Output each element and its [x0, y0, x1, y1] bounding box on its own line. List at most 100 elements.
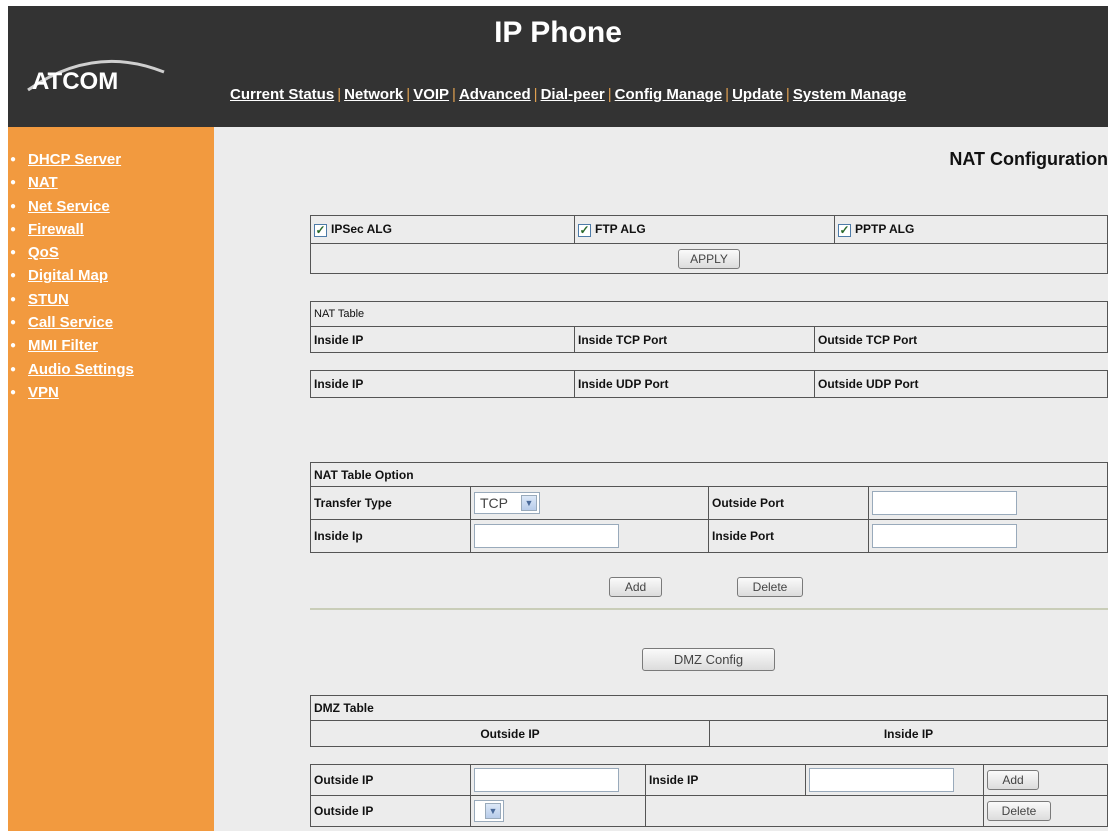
bullet-icon: ●: [10, 386, 17, 398]
sidebar-item-firewall[interactable]: ● Firewall: [8, 218, 134, 241]
sidebar-item-audio-settings[interactable]: ● Audio Settings: [8, 358, 134, 381]
bullet-icon: ●: [10, 293, 17, 305]
sidebar-item-qos[interactable]: ● QoS: [8, 241, 134, 264]
column-header: Inside TCP Port: [574, 326, 815, 353]
column-header: Inside UDP Port: [574, 370, 815, 398]
nat-option-table: NAT Table Option Transfer Type TCP ▼ Outs…: [310, 462, 1108, 553]
dmz-delete-cell: Delete: [983, 795, 1108, 827]
sidebar-item-stun[interactable]: ● STUN: [8, 288, 134, 311]
alg-pptp-cell: ✓ PPTP ALG: [834, 215, 1108, 244]
nav-update[interactable]: Update: [732, 86, 783, 103]
sidebar-item-vpn[interactable]: ● VPN: [8, 381, 134, 404]
sidebar-item-label[interactable]: Call Service: [28, 314, 113, 331]
nav-dial-peer[interactable]: Dial-peer: [541, 86, 605, 103]
ipsec-alg-checkbox[interactable]: ✓: [314, 223, 327, 237]
dmz-delete-button[interactable]: Delete: [987, 801, 1051, 821]
bullet-icon: ●: [10, 223, 17, 235]
transfer-type-select[interactable]: TCP ▼: [474, 492, 540, 514]
nat-table-udp: Inside IP Inside UDP Port Outside UDP Po…: [310, 370, 1108, 398]
dmz-inside-ip-label: Inside IP: [645, 764, 806, 796]
nat-table-tcp: NAT Table Inside IP Inside TCP Port Outs…: [310, 301, 1108, 353]
outside-port-input[interactable]: [872, 491, 1017, 515]
transfer-type-value: TCP: [480, 495, 508, 511]
dmz-outside-ip-cell: [470, 764, 646, 796]
column-header: Inside IP: [709, 720, 1108, 747]
inside-port-label: Inside Port: [708, 519, 869, 553]
nat-option-caption: NAT Table Option: [310, 462, 1108, 487]
pptp-alg-label: PPTP ALG: [855, 222, 915, 237]
nav-current-status[interactable]: Current Status: [230, 86, 334, 103]
ftp-alg-label: FTP ALG: [595, 222, 646, 237]
alg-ftp-cell: ✓ FTP ALG: [574, 215, 835, 244]
nav-config-manage[interactable]: Config Manage: [615, 86, 723, 103]
dmz-outside-ip-select[interactable]: ▼: [474, 800, 504, 822]
sidebar-item-nat[interactable]: ● NAT: [8, 171, 134, 194]
sidebar-item-label[interactable]: NAT: [28, 174, 58, 191]
transfer-type-label: Transfer Type: [310, 486, 471, 520]
divider: [310, 608, 1108, 610]
page-title: NAT Configuration: [949, 149, 1108, 169]
ftp-alg-checkbox[interactable]: ✓: [578, 223, 591, 237]
bullet-icon: ●: [10, 247, 17, 259]
dmz-add-button[interactable]: Add: [987, 770, 1039, 790]
inside-ip-cell: [470, 519, 709, 553]
dmz-inside-ip-cell: [805, 764, 984, 796]
dmz-outside-ip-input[interactable]: [474, 768, 619, 792]
alg-ipsec-cell: ✓ IPSec ALG: [310, 215, 575, 244]
inside-ip-label: Inside Ip: [310, 519, 471, 553]
apply-button[interactable]: APPLY: [678, 248, 740, 269]
top-navigation: Current Status | Network | VOIP | Advanced | Dia…: [230, 86, 907, 103]
chevron-down-icon: ▼: [521, 495, 537, 511]
sidebar-item-label[interactable]: Firewall: [28, 221, 84, 238]
sidebar-item-label[interactable]: Net Service: [28, 198, 110, 215]
sidebar-item-label[interactable]: VPN: [28, 384, 59, 401]
nav-voip[interactable]: VOIP: [413, 86, 449, 103]
bullet-icon: ●: [10, 154, 17, 165]
nat-table-caption: NAT Table: [310, 301, 1108, 327]
sidebar-item-label[interactable]: QoS: [28, 244, 59, 261]
bullet-icon: ●: [10, 363, 17, 375]
atcom-logo: ATCOM: [32, 68, 119, 95]
bullet-icon: ●: [10, 270, 17, 282]
header-bar: IP Phone ATCOM Current Status | Network | VO…: [8, 6, 1108, 127]
alg-table: ✓ IPSec ALG ✓ FTP ALG ✓ PPTP ALG APPLY: [310, 215, 1108, 274]
column-header: Outside IP: [310, 720, 710, 747]
column-header: Outside TCP Port: [814, 326, 1108, 353]
sidebar-item-mmi-filter[interactable]: ● MMI Filter: [8, 334, 134, 357]
sidebar-item-digital-map[interactable]: ● Digital Map: [8, 264, 134, 287]
outside-port-label: Outside Port: [708, 486, 869, 520]
column-header: Outside UDP Port: [814, 370, 1108, 398]
dmz-form-table: Outside IP Inside IP Add Outside IP ▼ De…: [310, 764, 1108, 827]
sidebar-item-call-service[interactable]: ● Call Service: [8, 311, 134, 334]
nat-delete-button[interactable]: Delete: [737, 577, 803, 597]
column-header: Inside IP: [310, 326, 575, 353]
outside-port-cell: [868, 486, 1108, 520]
sidebar-item-label[interactable]: Digital Map: [28, 267, 108, 284]
sidebar-item-label[interactable]: Audio Settings: [28, 361, 134, 378]
dmz-config-button[interactable]: DMZ Config: [642, 648, 775, 671]
sidebar-item-label[interactable]: STUN: [28, 291, 69, 308]
sidebar-item-label[interactable]: DHCP Server: [28, 151, 121, 168]
nav-network[interactable]: Network: [344, 86, 403, 103]
nav-system-manage[interactable]: System Manage: [793, 86, 906, 103]
transfer-type-cell: TCP ▼: [470, 486, 709, 520]
bullet-icon: ●: [10, 200, 17, 212]
sidebar-item-dhcp-server[interactable]: ● DHCP Server: [8, 148, 134, 171]
sidebar-item-label[interactable]: MMI Filter: [28, 337, 98, 354]
sidebar-item-net-service[interactable]: ● Net Service: [8, 195, 134, 218]
dmz-outside-ip-select-cell: ▼: [470, 795, 646, 827]
pptp-alg-checkbox[interactable]: ✓: [838, 223, 851, 237]
sidebar: ● DHCP Server ● NAT ● Net Service ● Firewall…: [8, 127, 214, 831]
main-content: NAT Configuration ✓ IPSec ALG ✓ FTP ALG ✓ P…: [214, 127, 1108, 831]
ipsec-alg-label: IPSec ALG: [331, 222, 392, 237]
inside-ip-input[interactable]: [474, 524, 619, 548]
dmz-table: DMZ Table Outside IP Inside IP: [310, 695, 1108, 747]
nav-advanced[interactable]: Advanced: [459, 86, 531, 103]
apply-cell: APPLY: [310, 243, 1108, 274]
dmz-inside-ip-input[interactable]: [809, 768, 954, 792]
inside-port-input[interactable]: [872, 524, 1017, 548]
bullet-icon: ●: [10, 317, 17, 329]
nat-add-button[interactable]: Add: [609, 577, 662, 597]
dmz-outside-ip-select-label: Outside IP: [310, 795, 471, 827]
dmz-outside-ip-label: Outside IP: [310, 764, 471, 796]
